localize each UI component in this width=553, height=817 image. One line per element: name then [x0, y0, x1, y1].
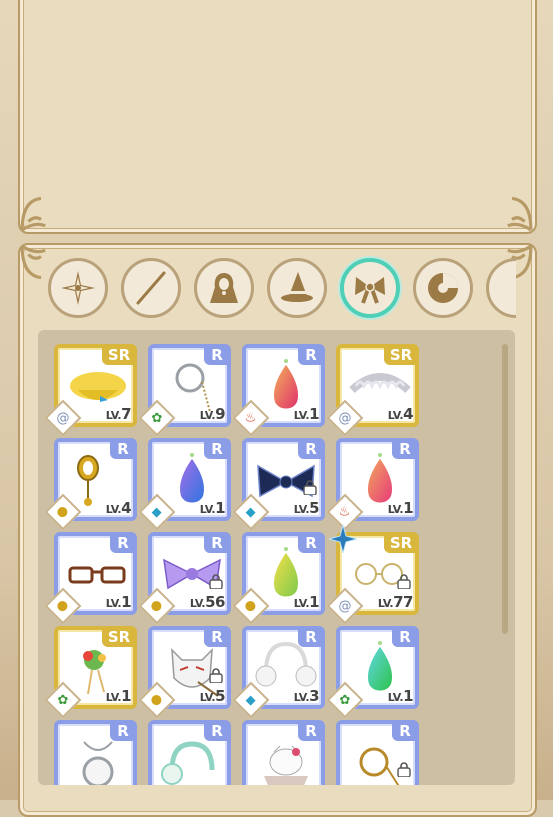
item-level: LV.1	[199, 499, 226, 517]
item-level: LV.7	[105, 405, 132, 423]
partial-tab-icon	[497, 269, 516, 307]
item-card[interactable]: R LV.4 ●	[44, 438, 137, 531]
item-card[interactable]: SR LV.4 @	[326, 344, 419, 437]
orb-icon	[428, 273, 458, 303]
item-level: LV.5	[293, 499, 320, 517]
rarity-badge: R	[298, 627, 324, 647]
item-card[interactable]: SR LV.1 ✿	[44, 626, 137, 719]
item-level: LV.1	[293, 593, 320, 611]
item-level: LV.9	[199, 405, 226, 423]
item-card[interactable]: R LV.1 ●	[232, 532, 325, 625]
tab-compass-star[interactable]	[48, 258, 108, 318]
item-card[interactable]: R LV.56 ●	[138, 532, 231, 625]
hooded-cloak-icon	[210, 273, 238, 303]
lock-icon	[208, 573, 224, 590]
item-level: LV.3	[293, 687, 320, 705]
item-level: LV.5	[199, 687, 226, 705]
scrollbar[interactable]	[502, 344, 508, 634]
rarity-badge: R	[392, 439, 418, 459]
item-card[interactable]: R	[54, 720, 137, 785]
rarity-badge: SR	[102, 345, 136, 365]
rarity-badge: R	[298, 533, 324, 553]
item-card[interactable]: R	[336, 720, 419, 785]
item-card[interactable]: R LV.3 ◆	[232, 626, 325, 719]
tab-partial-tab[interactable]	[486, 258, 516, 318]
rarity-badge: R	[204, 533, 230, 553]
rarity-badge: R	[298, 345, 324, 365]
item-card[interactable]: R LV.5 ◆	[232, 438, 325, 531]
item-card[interactable]: R LV.5 ●	[138, 626, 231, 719]
lock-icon	[302, 479, 318, 496]
item-card[interactable]: R	[148, 720, 231, 785]
rarity-badge: R	[204, 721, 230, 741]
lock-icon	[396, 573, 412, 590]
corner-flourish-icon	[491, 190, 533, 232]
item-level: LV.4	[105, 499, 132, 517]
item-level: LV.1	[105, 593, 132, 611]
rarity-badge: SR	[384, 345, 418, 365]
item-card[interactable]: R LV.1 ✿	[326, 626, 419, 719]
rarity-badge: R	[392, 627, 418, 647]
item-level: LV.56	[189, 593, 226, 611]
rarity-badge: SR	[384, 533, 418, 553]
item-card[interactable]: R	[242, 720, 325, 785]
rarity-badge: R	[204, 627, 230, 647]
witch-hat-icon	[281, 272, 313, 302]
item-card[interactable]: R LV.1 ♨	[326, 438, 419, 531]
rarity-badge: R	[298, 439, 324, 459]
rarity-badge: R	[204, 439, 230, 459]
item-card[interactable]: R LV.9 ✿	[138, 344, 231, 437]
tab-ribbon-bow[interactable]	[340, 258, 400, 318]
category-tabs	[46, 256, 516, 322]
item-grid: SR LV.7 @ R LV.9 ✿ R LV.1 ♨ SR LV.4 @ R LV.4 ● R LV.1 ◆ R L…	[38, 330, 515, 785]
rarity-badge: R	[204, 345, 230, 365]
item-card[interactable]: R LV.1 ◆	[138, 438, 231, 531]
corner-flourish-icon	[20, 190, 62, 232]
rarity-badge: R	[298, 721, 324, 741]
item-level: LV.1	[293, 405, 320, 423]
selection-sparkle-icon	[329, 525, 357, 553]
tab-orb[interactable]	[413, 258, 473, 318]
item-detail-panel	[18, 0, 537, 234]
lock-icon	[396, 761, 412, 778]
tab-witch-hat[interactable]	[267, 258, 327, 318]
rarity-badge: R	[392, 721, 418, 741]
item-level: LV.1	[387, 687, 414, 705]
item-card[interactable]: R LV.1 ♨	[232, 344, 325, 437]
lock-icon	[208, 667, 224, 684]
rarity-badge: R	[110, 721, 136, 741]
rarity-badge: SR	[102, 627, 136, 647]
tab-wand[interactable]	[121, 258, 181, 318]
rarity-badge: R	[110, 533, 136, 553]
compass-star-icon	[61, 271, 95, 305]
item-level: LV.77	[377, 593, 414, 611]
tab-hooded-cloak[interactable]	[194, 258, 254, 318]
ribbon-bow-icon	[355, 277, 385, 304]
item-level: LV.1	[387, 499, 414, 517]
item-level: LV.1	[105, 687, 132, 705]
rarity-badge: R	[110, 439, 136, 459]
item-card[interactable]: SR LV.7 @	[44, 344, 137, 437]
item-card[interactable]: R LV.1 ●	[44, 532, 137, 625]
wand-icon	[136, 271, 166, 305]
item-level: LV.4	[387, 405, 414, 423]
